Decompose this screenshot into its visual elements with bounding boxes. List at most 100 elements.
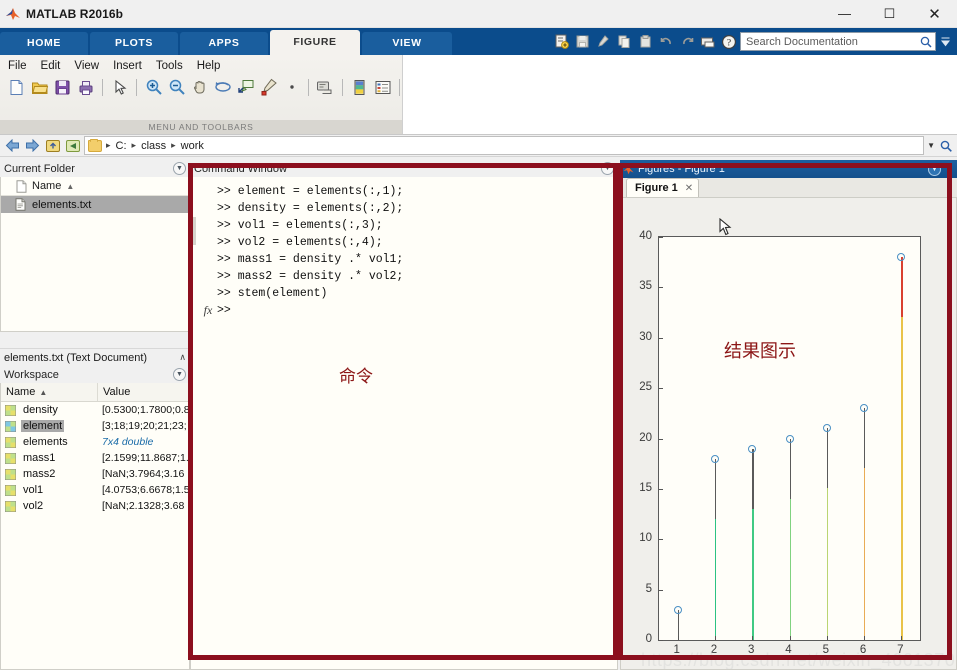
file-preview-bar[interactable]: elements.txt (Text Document) ∧: [0, 348, 190, 366]
save-icon[interactable]: [572, 32, 592, 51]
brush-data-icon[interactable]: [258, 77, 279, 98]
maximize-button[interactable]: ☐: [867, 0, 912, 28]
command-prompt-row[interactable]: fx >>: [191, 302, 617, 319]
sort-ascending-icon[interactable]: ▲: [66, 182, 74, 191]
panel-menu-icon[interactable]: ▼: [173, 162, 186, 175]
table-row[interactable]: element [3;18;19;20;21;23;: [1, 418, 189, 434]
data-cursor-icon[interactable]: [235, 77, 256, 98]
menu-help[interactable]: Help: [197, 60, 221, 72]
table-row[interactable]: mass2 [NaN;3.7964;3.16: [1, 466, 189, 482]
browse-folder-icon[interactable]: [64, 137, 81, 154]
y-tick-mark: [659, 438, 663, 440]
tab-apps[interactable]: APPS: [180, 32, 268, 55]
data-point-marker[interactable]: [673, 605, 682, 614]
toolbar-divider: [342, 78, 343, 96]
menu-file[interactable]: File: [8, 60, 27, 72]
array-icon: [5, 484, 16, 496]
table-row[interactable]: elements 7x4 double: [1, 434, 189, 450]
new-document-icon[interactable]: [6, 77, 27, 98]
command-line: >> vol2 = elements(:,4);: [217, 236, 383, 249]
table-row[interactable]: vol1 [4.0753;6.6678;1.5: [1, 482, 189, 498]
workspace-name-cell: density: [1, 404, 98, 416]
data-point-marker[interactable]: [897, 253, 906, 262]
minimize-button[interactable]: —: [822, 0, 867, 28]
workspace-col-value[interactable]: Value: [98, 383, 189, 401]
current-folder-column-header[interactable]: Name ▲: [1, 177, 189, 196]
chevron-down-icon[interactable]: ▼: [927, 141, 935, 150]
collapse-ribbon-icon[interactable]: [937, 36, 953, 47]
file-list-item[interactable]: elements.txt: [1, 196, 189, 213]
print-preview-icon[interactable]: [698, 32, 718, 51]
table-row[interactable]: mass1 [2.1599;11.8687;1.: [1, 450, 189, 466]
save-icon[interactable]: [52, 77, 73, 98]
panel-menu-icon[interactable]: ▼: [601, 162, 614, 175]
table-row[interactable]: vol2 [NaN;2.1328;3.68: [1, 498, 189, 514]
search-icon[interactable]: [939, 139, 953, 153]
link-plot-icon[interactable]: [315, 77, 336, 98]
x-tick-mark: [789, 636, 791, 640]
tab-figure-1[interactable]: Figure 1 ✕: [626, 178, 700, 197]
data-point-marker[interactable]: [822, 424, 831, 433]
redo-icon[interactable]: [677, 32, 697, 51]
data-point-marker[interactable]: [860, 404, 869, 413]
colorbar-icon[interactable]: [349, 77, 370, 98]
menu-insert[interactable]: Insert: [113, 60, 142, 72]
plot-axes[interactable]: 结果图示: [658, 236, 921, 641]
back-arrow-icon[interactable]: [4, 137, 21, 154]
breadcrumb[interactable]: ▸ C: ▸ class ▸ work: [84, 136, 925, 155]
toolbar-divider: [399, 78, 400, 96]
brush-icon[interactable]: [593, 32, 613, 51]
breadcrumb-class[interactable]: class: [140, 140, 167, 152]
breadcrumb-drive[interactable]: C:: [115, 140, 128, 152]
legend-icon[interactable]: [372, 77, 393, 98]
toolbar-divider: [102, 78, 103, 96]
close-icon[interactable]: ✕: [685, 183, 693, 194]
tab-figure[interactable]: FIGURE: [270, 30, 360, 55]
menu-edit[interactable]: Edit: [41, 60, 61, 72]
tab-home[interactable]: HOME: [0, 32, 88, 55]
data-point-marker[interactable]: [710, 454, 719, 463]
matlab-logo-icon: [0, 7, 26, 21]
array-icon: [5, 420, 16, 432]
breadcrumb-work[interactable]: work: [180, 140, 205, 152]
rotate-3d-icon[interactable]: [212, 77, 233, 98]
panel-dots-icon[interactable]: ⋮: [945, 164, 955, 175]
panel-menu-icon[interactable]: ▼: [928, 162, 941, 176]
y-tick-mark: [659, 539, 663, 541]
help-icon[interactable]: ?: [719, 32, 739, 51]
expand-caret-icon[interactable]: ∧: [179, 352, 186, 363]
open-folder-icon[interactable]: [29, 77, 50, 98]
figure-canvas[interactable]: 结果图示 0 5 10 15 20 25 30 35 40 1234567 https://bl…: [620, 198, 957, 670]
data-point-marker[interactable]: [785, 434, 794, 443]
variable-value: [0.5300;1.7800;0.8: [102, 404, 189, 416]
menu-tools[interactable]: Tools: [156, 60, 183, 72]
tab-view[interactable]: VIEW: [362, 32, 452, 55]
workspace-variable-table[interactable]: Name ▲ Value density [0.5300;1.7800;0.8 …: [0, 383, 190, 670]
new-figure-icon[interactable]: [551, 32, 571, 51]
forward-arrow-icon[interactable]: [24, 137, 41, 154]
zoom-in-icon[interactable]: [143, 77, 164, 98]
search-input[interactable]: Search Documentation: [740, 32, 936, 51]
copy-icon[interactable]: [614, 32, 634, 51]
menu-view[interactable]: View: [74, 60, 99, 72]
pointer-icon[interactable]: [109, 77, 130, 98]
zoom-out-icon[interactable]: [166, 77, 187, 98]
close-button[interactable]: ✕: [912, 0, 957, 28]
fx-function-icon[interactable]: fx: [199, 303, 217, 318]
table-row[interactable]: density [0.5300;1.7800;0.8: [1, 402, 189, 418]
current-folder-file-list[interactable]: Name ▲ elements.txt: [0, 177, 190, 332]
data-point-marker[interactable]: [748, 444, 757, 453]
up-one-level-icon[interactable]: [44, 137, 61, 154]
sort-ascending-icon[interactable]: ▲: [39, 388, 47, 397]
tab-plots[interactable]: PLOTS: [90, 32, 178, 55]
pan-icon[interactable]: [189, 77, 210, 98]
paste-icon[interactable]: [635, 32, 655, 51]
workspace-col-name[interactable]: Name ▲: [1, 383, 98, 401]
command-window-body[interactable]: >> element = elements(:,1); >> density =…: [190, 177, 618, 670]
y-tick-label: 30: [639, 330, 652, 343]
scroll-indicator[interactable]: [192, 217, 196, 245]
y-tick-mark: [659, 287, 663, 289]
print-icon[interactable]: [75, 77, 96, 98]
undo-icon[interactable]: [656, 32, 676, 51]
panel-menu-icon[interactable]: ▼: [173, 368, 186, 381]
